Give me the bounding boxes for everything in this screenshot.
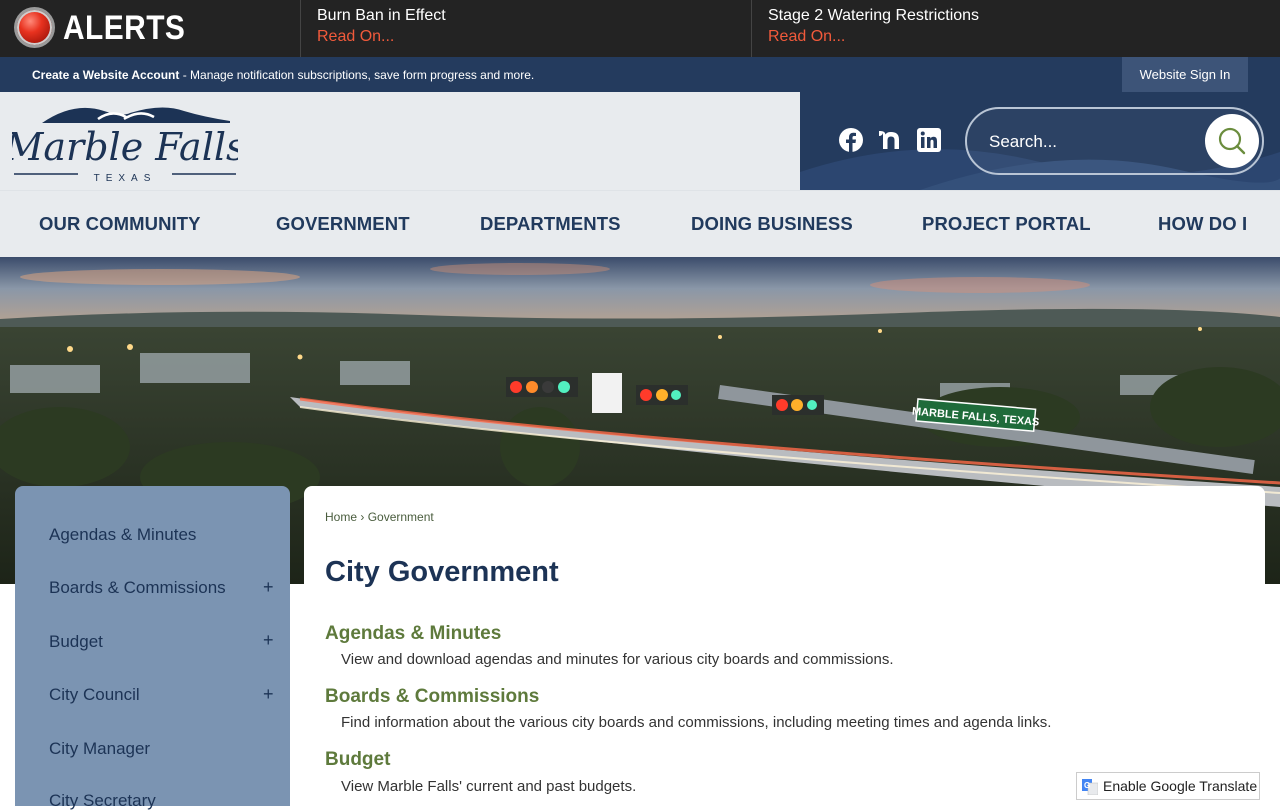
section-desc: Find information about the various city … <box>341 714 1052 731</box>
account-bar: Create a Website Account - Manage notifi… <box>0 57 1280 92</box>
linkedin-icon[interactable] <box>916 127 942 153</box>
section-desc: View and download agendas and minutes fo… <box>341 651 894 668</box>
nav-our-community[interactable]: OUR COMMUNITY <box>39 213 201 235</box>
sidebar-item-agendas-minutes[interactable]: Agendas & Minutes <box>49 525 196 545</box>
alerts-bar: ALERTS Burn Ban in Effect Read On... Sta… <box>0 0 1280 57</box>
alert-title[interactable]: Stage 2 Watering Restrictions <box>768 6 979 26</box>
logo-state: TEXAS <box>94 173 157 184</box>
alert-bulb-icon <box>17 10 52 45</box>
alert-title[interactable]: Burn Ban in Effect <box>317 6 446 26</box>
alert-read-on-link[interactable]: Read On... <box>768 26 979 48</box>
nav-project-portal[interactable]: PROJECT PORTAL <box>922 213 1091 235</box>
divider <box>300 0 301 57</box>
main-content: Home › Government City Government Agenda… <box>304 486 1265 806</box>
breadcrumb-current[interactable]: Government <box>368 510 434 524</box>
sidebar-item-city-manager[interactable]: City Manager <box>49 739 150 759</box>
expand-budget-button[interactable]: + <box>263 630 274 651</box>
expand-council-button[interactable]: + <box>263 684 274 705</box>
search-icon <box>1218 127 1246 155</box>
breadcrumb-home[interactable]: Home <box>325 510 357 524</box>
breadcrumb-separator: › <box>360 510 365 524</box>
svg-text:G: G <box>1084 781 1090 790</box>
alert-item-burn-ban[interactable]: Burn Ban in Effect Read On... <box>317 6 446 48</box>
page-title: City Government <box>325 556 559 588</box>
section-link-agendas[interactable]: Agendas & Minutes <box>325 623 501 645</box>
sidebar-item-boards-commissions[interactable]: Boards & Commissions <box>49 578 226 598</box>
logo-name: Marble Falls <box>12 125 238 169</box>
search-button[interactable] <box>1205 114 1259 168</box>
nextdoor-icon[interactable] <box>877 127 903 153</box>
nav-doing-business[interactable]: DOING BUSINESS <box>691 213 853 235</box>
main-nav: OUR COMMUNITY GOVERNMENT DEPARTMENTS DOI… <box>0 190 1280 257</box>
section-link-budget[interactable]: Budget <box>325 749 390 771</box>
search-input[interactable] <box>987 129 1197 155</box>
alerts-title[interactable]: ALERTS <box>63 8 185 48</box>
create-account-link[interactable]: Create a Website Account <box>32 68 179 82</box>
expand-boards-button[interactable]: + <box>263 577 274 598</box>
search-box <box>965 107 1264 175</box>
sign-in-button[interactable]: Website Sign In <box>1122 57 1248 92</box>
alert-read-on-link[interactable]: Read On... <box>317 26 446 48</box>
nav-government[interactable]: GOVERNMENT <box>276 213 410 235</box>
nav-how-do-i[interactable]: HOW DO I <box>1158 213 1247 235</box>
section-desc: View Marble Falls' current and past budg… <box>341 778 637 795</box>
google-translate-button[interactable]: G Enable Google Translate <box>1076 772 1260 800</box>
section-link-boards[interactable]: Boards & Commissions <box>325 686 539 708</box>
divider <box>751 0 752 57</box>
alert-item-watering[interactable]: Stage 2 Watering Restrictions Read On... <box>768 6 979 48</box>
google-translate-icon: G <box>1082 779 1098 795</box>
facebook-icon[interactable] <box>838 127 864 153</box>
account-description: - Manage notification subscriptions, sav… <box>179 68 535 82</box>
sidebar-nav: Agendas & Minutes Boards & Commissions +… <box>15 486 290 810</box>
account-text: Create a Website Account - Manage notifi… <box>32 68 534 82</box>
sidebar-item-city-secretary[interactable]: City Secretary <box>49 791 156 811</box>
nav-departments[interactable]: DEPARTMENTS <box>480 213 621 235</box>
breadcrumb: Home › Government <box>325 510 434 524</box>
marble-falls-logo[interactable]: Marble Falls TEXAS <box>12 97 238 185</box>
sidebar-item-city-council[interactable]: City Council <box>49 685 140 705</box>
translate-label: Enable Google Translate <box>1103 778 1258 794</box>
sidebar-item-budget[interactable]: Budget <box>49 632 103 652</box>
